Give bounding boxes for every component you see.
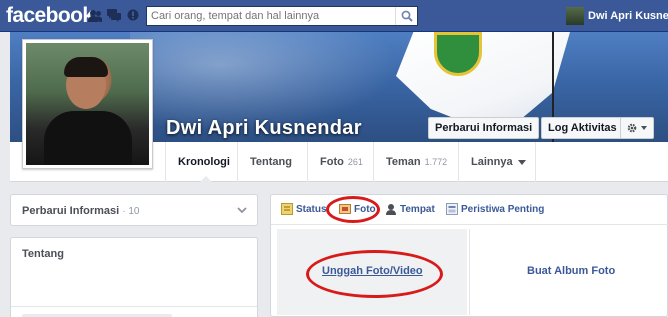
notifications-icon[interactable]	[126, 9, 140, 22]
chevron-down-icon	[641, 126, 647, 130]
annotation-oval-photo-tab	[326, 196, 380, 223]
annotation-oval-upload	[306, 250, 443, 298]
composer-tab-label: Peristiwa Penting	[461, 204, 545, 215]
status-icon	[281, 203, 293, 215]
messages-icon[interactable]	[107, 9, 121, 22]
tab-count: 261	[347, 157, 363, 167]
settings-dropdown-button[interactable]	[620, 117, 654, 139]
avatar	[566, 7, 584, 25]
place-icon	[386, 204, 396, 215]
profile-photo	[26, 43, 149, 165]
search-box[interactable]	[146, 6, 418, 26]
gear-icon	[627, 123, 647, 133]
top-navigation-bar: facebook Dwi Apri Kusnendar	[0, 0, 668, 32]
life-event-icon	[446, 203, 458, 215]
composer-tab-tempat[interactable]: Tempat	[385, 204, 435, 215]
chevron-down-icon	[517, 159, 526, 165]
tab-teman[interactable]: Teman 1.772	[373, 142, 458, 182]
update-info-card[interactable]: Perbarui Informasi · 10	[10, 194, 258, 226]
activity-log-button[interactable]: Log Aktivitas	[541, 117, 624, 139]
about-card: Tentang	[10, 237, 258, 317]
tab-kronologi[interactable]: Kronologi	[165, 142, 236, 183]
card-count: · 10	[122, 206, 140, 217]
photo-shirt	[44, 111, 132, 165]
composer-tab-status[interactable]: Status	[281, 203, 327, 215]
create-photo-album-link[interactable]: Buat Album Foto	[527, 265, 615, 277]
profile-picture[interactable]	[22, 39, 153, 169]
update-info-label: Perbarui Informasi · 10	[22, 205, 140, 217]
top-user-name: Dwi Apri Kusnendar	[588, 10, 668, 22]
tab-count: 1.772	[424, 157, 448, 167]
facebook-logo[interactable]: facebook	[6, 4, 94, 28]
card-title-text: Perbarui Informasi	[22, 205, 120, 217]
composer-divider	[469, 229, 470, 315]
tab-label: Lainnya	[471, 156, 513, 168]
photo-hair	[64, 57, 108, 77]
tab-label: Foto	[320, 156, 344, 168]
search-input[interactable]	[151, 8, 391, 24]
tab-tentang[interactable]: Tentang	[237, 142, 307, 182]
composer-tab-peristiwa[interactable]: Peristiwa Penting	[446, 203, 545, 215]
divider	[11, 306, 257, 307]
update-info-button[interactable]: Perbarui Informasi	[428, 117, 540, 139]
tab-lainnya[interactable]: Lainnya	[458, 142, 536, 182]
about-title: Tentang	[22, 248, 64, 260]
profile-name[interactable]: Dwi Apri Kusnendar	[166, 117, 362, 140]
chevron-down-icon[interactable]	[237, 207, 247, 214]
friend-requests-icon[interactable]	[88, 9, 102, 22]
search-icon	[401, 10, 413, 22]
tab-label: Tentang	[250, 156, 292, 168]
tab-label: Kronologi	[178, 156, 230, 168]
tab-label: Teman	[386, 156, 421, 168]
tab-foto[interactable]: Foto 261	[307, 142, 373, 182]
search-button[interactable]	[395, 7, 417, 25]
